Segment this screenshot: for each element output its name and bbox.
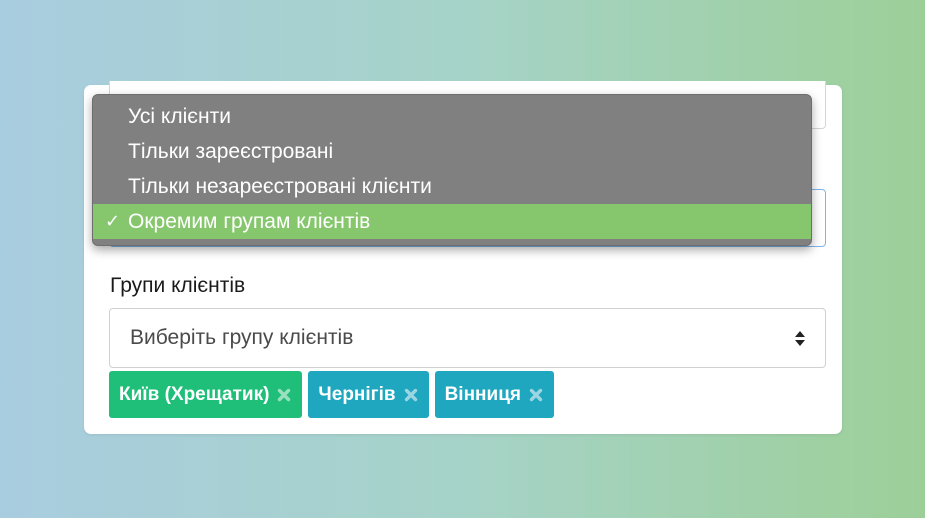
- option-label: Усі клієнти: [128, 105, 231, 128]
- option-specific-groups[interactable]: ✓ Окремим групам клієнтів: [93, 204, 811, 239]
- client-scope-dropdown: Усі клієнти Тільки зареєстровані Тільки …: [92, 94, 812, 246]
- tag-vinnytsia[interactable]: Вінниця: [434, 371, 554, 418]
- remove-x-icon[interactable]: [404, 388, 418, 402]
- remove-x-icon[interactable]: [529, 388, 543, 402]
- option-label: Тільки незареєстровані клієнти: [128, 175, 432, 198]
- client-groups-label: Групи клієнтів: [110, 274, 246, 297]
- option-label: Тільки зареєстровані: [128, 140, 334, 163]
- client-group-select[interactable]: Виберіть групу клієнтів: [109, 308, 826, 368]
- option-unregistered-only[interactable]: Тільки незареєстровані клієнти: [93, 169, 811, 204]
- option-label: Окремим групам клієнтів: [128, 210, 371, 233]
- checkmark-icon: ✓: [105, 211, 121, 231]
- tag-kyiv-khreshchatyk[interactable]: Київ (Хрещатик): [109, 371, 303, 418]
- sort-arrows-icon: [795, 331, 805, 346]
- tag-label: Київ (Хрещатик): [119, 383, 270, 405]
- tag-label: Чернігів: [318, 383, 396, 405]
- option-all-clients[interactable]: Усі клієнти: [93, 99, 811, 134]
- client-group-placeholder: Виберіть групу клієнтів: [130, 326, 354, 349]
- option-registered-only[interactable]: Тільки зареєстровані: [93, 134, 811, 169]
- tag-chernihiv[interactable]: Чернігів: [308, 371, 429, 418]
- tag-label: Вінниця: [444, 383, 521, 405]
- remove-x-icon[interactable]: [277, 388, 291, 402]
- selected-groups-tags: Київ (Хрещатик) Чернігів Вінниця: [109, 371, 554, 419]
